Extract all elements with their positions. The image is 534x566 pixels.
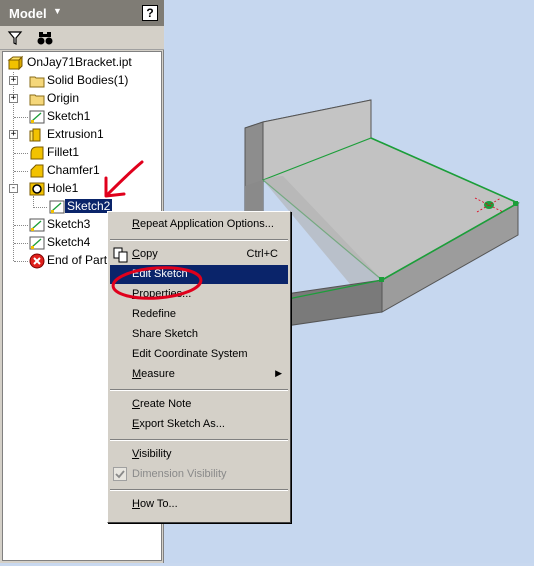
tree-connector [14, 153, 28, 154]
copy-icon [113, 247, 129, 266]
browser-toolbar [0, 26, 164, 50]
folder-icon [29, 91, 45, 107]
tree-node-label: Chamfer1 [47, 163, 100, 177]
menu-item-label: Create Note [132, 398, 192, 410]
menu-item-label: Redefine [132, 308, 177, 320]
sketch-icon [49, 199, 65, 215]
menu-separator [110, 439, 288, 441]
menu-item-export-sketch-as[interactable]: Export Sketch As... [110, 415, 288, 434]
browser-titlebar[interactable]: Model ▼ ? [0, 0, 164, 26]
menu-item-label: Measure [132, 368, 175, 380]
tree-expander[interactable]: + [9, 94, 18, 103]
tree-connector [14, 117, 28, 118]
menu-item-edit-coordinate-system[interactable]: Edit Coordinate System [110, 345, 288, 364]
menu-item-label: Share Sketch [132, 328, 199, 340]
tree-connector [14, 225, 28, 226]
menu-item-label: Repeat Application Options... [132, 218, 274, 230]
tree-connector [33, 207, 47, 208]
sketch-icon [29, 235, 45, 251]
binoculars-icon[interactable] [36, 29, 54, 47]
end-of-part-icon [29, 253, 45, 269]
sketch-point [513, 201, 518, 206]
menu-item-label: Edit Coordinate System [132, 348, 248, 360]
part-icon [7, 55, 24, 71]
tree-node-sketch1[interactable]: Sketch1 [3, 108, 161, 126]
menu-item-edit-sketch[interactable]: Edit Sketch [110, 265, 288, 284]
menu-item-share-sketch[interactable]: Share Sketch [110, 325, 288, 344]
tree-node-label: End of Part [47, 253, 108, 267]
menu-item-repeat-application-options[interactable]: Repeat Application Options... [110, 215, 288, 234]
menu-item-label: Properties... [132, 288, 192, 300]
menu-separator [110, 489, 288, 491]
tree-node-label: Hole1 [47, 181, 79, 195]
extrusion-icon [29, 127, 45, 143]
tree-connector [14, 261, 28, 262]
context-menu: Repeat Application Options... Copy Ctrl+C E… [107, 211, 291, 523]
filter-icon[interactable] [6, 29, 24, 47]
folder-icon [29, 73, 45, 89]
help-button[interactable]: ? [142, 5, 158, 21]
tree-expander[interactable]: + [9, 76, 18, 85]
menu-item-label: How To... [132, 498, 178, 510]
menu-separator [110, 239, 288, 241]
menu-item-label: Edit Sketch [132, 268, 188, 280]
triangle-down-icon[interactable]: ▼ [53, 6, 62, 16]
tree-node-label: Fillet1 [47, 145, 80, 159]
tree-connector [14, 171, 28, 172]
tree-node-label: Sketch3 [47, 217, 91, 231]
fillet-icon [29, 145, 45, 161]
tree-node-label: Sketch2 [65, 199, 113, 213]
menu-item-create-note[interactable]: Create Note [110, 395, 288, 414]
tree-node-origin[interactable]: + Origin [3, 90, 161, 108]
checkmark-icon [113, 467, 127, 481]
menu-item-label: Visibility [132, 448, 172, 460]
menu-item-how-to[interactable]: How To... [110, 495, 288, 514]
tree-node-label: Origin [47, 91, 80, 105]
tree-node-label: OnJay71Bracket.ipt [27, 55, 132, 69]
menu-item-measure[interactable]: Measure ▶ [110, 365, 288, 384]
menu-item-visibility[interactable]: Visibility [110, 445, 288, 464]
menu-shortcut: Ctrl+C [246, 248, 278, 260]
tree-node-extrusion1[interactable]: + Extrusion1 [3, 126, 161, 144]
submenu-arrow-icon: ▶ [275, 368, 282, 378]
tree-connector [14, 243, 28, 244]
menu-item-redefine[interactable]: Redefine [110, 305, 288, 324]
chamfer-icon [29, 163, 45, 179]
tree-node-onjay71bracket-ipt[interactable]: OnJay71Bracket.ipt [3, 54, 161, 72]
menu-item-properties[interactable]: Properties... [110, 285, 288, 304]
menu-item-dimension-visibility[interactable]: Dimension Visibility [110, 465, 288, 484]
hole-icon [29, 181, 45, 197]
tree-node-label: Sketch1 [47, 109, 91, 123]
menu-item-copy[interactable]: Copy Ctrl+C [110, 245, 288, 264]
tree-node-hole1[interactable]: - Hole1 [3, 180, 161, 198]
tree-expander[interactable]: - [9, 184, 18, 193]
menu-item-label: Dimension Visibility [132, 468, 227, 480]
tree-connector [33, 196, 34, 206]
tree-node-fillet1[interactable]: Fillet1 [3, 144, 161, 162]
tree-node-label: Solid Bodies(1) [47, 73, 129, 87]
sketch-icon [29, 109, 45, 125]
menu-separator [110, 389, 288, 391]
sketch-point [379, 277, 384, 282]
sketch-icon [29, 217, 45, 233]
tree-node-label: Sketch4 [47, 235, 91, 249]
menu-item-label: Copy [132, 248, 158, 260]
tree-expander[interactable]: + [9, 130, 18, 139]
tree-node-chamfer1[interactable]: Chamfer1 [3, 162, 161, 180]
menu-item-label: Export Sketch As... [132, 418, 225, 430]
browser-title: Model [9, 6, 47, 21]
tree-node-solid-bodies-1[interactable]: + Solid Bodies(1) [3, 72, 161, 90]
tree-node-label: Extrusion1 [47, 127, 104, 141]
